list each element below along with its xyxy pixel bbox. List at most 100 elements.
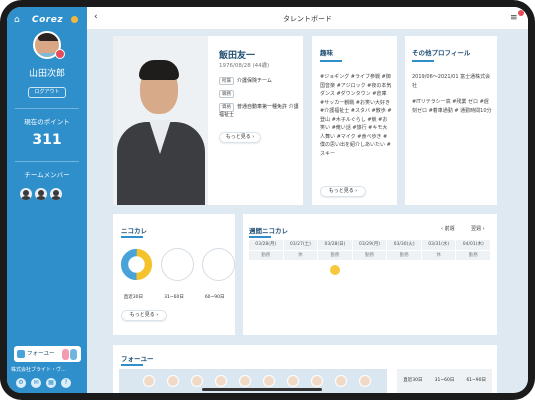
day-status: 勤務 [456, 251, 492, 260]
logo-dot-icon [71, 16, 78, 23]
week-table: 03/28(月) 03/27(土) 03/28(日) 03/29(月) 03/3… [249, 240, 492, 282]
company-name: 株式会社ブライト・ヴ… [11, 367, 67, 373]
mood-cell [422, 260, 457, 282]
day-status: 勤務 [318, 251, 353, 260]
period-label: 31~60日 [434, 378, 455, 383]
user-name: 山田次郎 [28, 69, 65, 79]
divider [15, 108, 79, 109]
divider [15, 161, 79, 162]
home-indicator [202, 388, 322, 391]
next-week-link[interactable]: 翌週 › [471, 225, 485, 232]
home-icon[interactable]: ⌂ [14, 15, 20, 25]
profile-photo [113, 36, 208, 205]
weekly-nikokare-card: 週間ニコカレ ‹ 前週 翌週 › 03/28(月) 03/27(土) 03/28… [243, 214, 497, 335]
follow-avatar[interactable] [263, 375, 275, 387]
nikokare-more-button[interactable]: もっと見る › [121, 310, 167, 321]
nikokare-period-labels: 直近30日 31~60日 60~90日 [113, 294, 235, 300]
page-title: タレントボード [283, 15, 332, 23]
settings-icon[interactable]: ⚙ [16, 378, 26, 388]
day-status: 休 [422, 251, 457, 260]
logout-button[interactable]: ログアウト [28, 87, 66, 98]
day-header: 03/27(土) [284, 240, 319, 250]
notification-badge [55, 49, 65, 59]
follow-avatar[interactable] [191, 375, 203, 387]
mood-cell [318, 260, 353, 282]
tablet-frame: ⌂ Corez 山田次郎 ログアウト 現在のポイント 311 チームメンバー フ… [0, 0, 535, 400]
profile-name: 飯田友一 [219, 51, 256, 61]
profile-qual-row: 資格 普通自動車第一種免許 介護福祉士 [219, 103, 299, 119]
follow-avatar[interactable] [359, 375, 371, 387]
period-label: 直近30日 [403, 378, 423, 383]
chat-icon[interactable]: ✉ [31, 378, 41, 388]
profile-role-row: 職務 [219, 90, 237, 98]
week-mood-row [249, 260, 492, 282]
hobby-title: 趣味 [320, 49, 333, 57]
title-underline [249, 236, 271, 238]
app-logo: Corez [32, 15, 64, 25]
mood-cell [249, 260, 284, 282]
period-label: 60~90日 [204, 295, 225, 300]
menu-badge [518, 10, 524, 16]
hobby-more-button[interactable]: もっと見る › [320, 186, 366, 197]
dept-tag: 所属 [219, 77, 234, 85]
profile-more-button[interactable]: もっと見る › [219, 132, 261, 143]
hobby-tags: #ジョギング #ライブ参戦 #御国音楽 #アジロック #夜の本気ダンス #ダウン… [320, 74, 392, 157]
follow-avatar[interactable] [167, 375, 179, 387]
prev-week-link[interactable]: ‹ 前週 [441, 225, 455, 232]
follow-avatar[interactable] [239, 375, 251, 387]
team-members [20, 188, 62, 200]
sidebar: ⌂ Corez 山田次郎 ログアウト 現在のポイント 311 チームメンバー フ… [7, 7, 87, 393]
other-profile-career: 2019/06〜2021/01 富士通株式会社 [412, 74, 491, 89]
follow-banner-label: フォーユー [27, 351, 55, 357]
profile-dept-row: 所属 介護保険チーム [219, 77, 272, 85]
day-status: 勤務 [353, 251, 388, 260]
menu-icon[interactable]: ≡ [510, 13, 518, 23]
mood-cell [353, 260, 388, 282]
title-underline [121, 236, 143, 238]
follow-avatar[interactable] [287, 375, 299, 387]
calendar-icon[interactable]: ▦ [46, 378, 56, 388]
day-header: 03/31(水) [422, 240, 457, 250]
day-header: 03/30(火) [387, 240, 422, 250]
follow-avatar[interactable] [143, 375, 155, 387]
follow-avatar[interactable] [215, 375, 227, 387]
nikokare-card: ニコカレ 直近30日 31~60日 60~90日 もっと見る › [113, 214, 235, 335]
nikokare-circles [120, 248, 235, 281]
help-icon[interactable]: ? [61, 378, 71, 388]
follow-avatar[interactable] [311, 375, 323, 387]
mood-cell [456, 260, 492, 282]
team-member-avatar[interactable] [20, 188, 32, 200]
mood-cell [284, 260, 319, 282]
day-status: 勤務 [249, 251, 284, 260]
team-member-avatar[interactable] [35, 188, 47, 200]
follow-banner-button[interactable]: フォーユー [14, 346, 81, 362]
role-tag: 職務 [219, 90, 234, 98]
profile-card: 飯田友一 1976/08/28 (44歳) 所属 介護保険チーム 職務 資格 普通自… [113, 36, 303, 205]
day-status: 休 [284, 251, 319, 260]
nikokare-donut-chart [120, 248, 153, 281]
title-underline [320, 60, 342, 62]
kid-illustration-icon [70, 349, 77, 360]
period-label: 61~90日 [466, 378, 487, 383]
day-header: 04/01(木) [456, 240, 492, 250]
follow-icon [17, 350, 25, 358]
follow-avatar[interactable] [335, 375, 347, 387]
team-member-avatar[interactable] [50, 188, 62, 200]
team-label: チームメンバー [24, 171, 70, 179]
kid-illustration-icon [62, 349, 69, 360]
follow-card: フォーユー 直近30日 31~60日 61~90日 [113, 345, 497, 393]
screen: ⌂ Corez 山田次郎 ログアウト 現在のポイント 311 チームメンバー フ… [7, 7, 528, 393]
empty-circle [202, 248, 235, 281]
points-value: 311 [32, 132, 62, 148]
mood-cell [387, 260, 422, 282]
day-header: 03/28(日) [318, 240, 353, 250]
weekly-title: 週間ニコカレ [249, 227, 288, 235]
qual-tag: 資格 [219, 103, 234, 112]
other-profile-tags: #ITリテラシー高 #残業 ゼロ #遅刻ゼロ #着車通勤 # 通勤時間10分 [412, 99, 492, 114]
nikokare-title: ニコカレ [121, 227, 147, 235]
day-status: 勤務 [387, 251, 422, 260]
title-underline [121, 364, 143, 366]
profile-birth: 1976/08/28 (44歳) [219, 63, 270, 69]
smile-face-icon [329, 264, 340, 275]
empty-circle [161, 248, 194, 281]
